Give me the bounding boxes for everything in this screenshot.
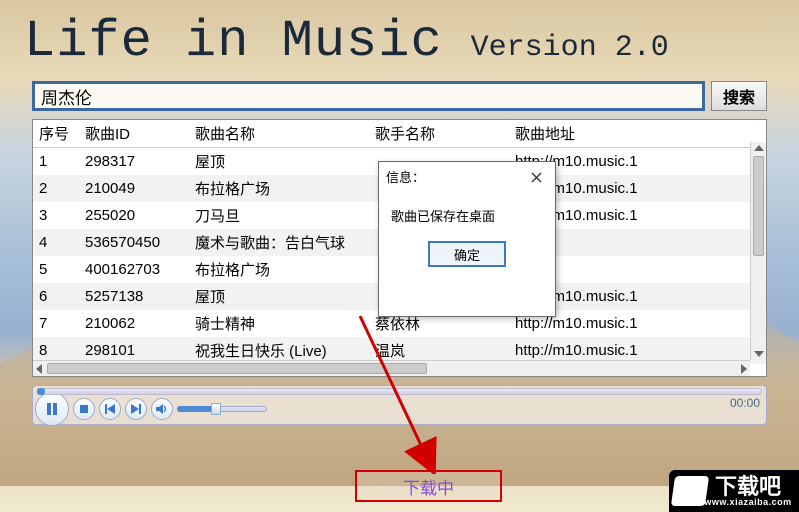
horizontal-scroll-thumb[interactable] [47, 363, 427, 374]
watermark: 下载吧 www.xiazaiba.com [669, 470, 799, 512]
watermark-url: www.xiazaiba.com [704, 498, 791, 507]
player-session-time: 00:00 [730, 396, 760, 410]
volume-thumb[interactable] [211, 403, 221, 415]
search-input[interactable] [32, 81, 705, 111]
cell-n: 4 [33, 229, 79, 256]
cell-id: 5257138 [79, 283, 189, 310]
dialog-ok-button[interactable]: 确定 [428, 241, 506, 267]
cell-name: 屋顶 [189, 283, 369, 310]
stop-icon [80, 405, 88, 413]
next-button[interactable] [125, 398, 147, 420]
dialog-title: 信息： [386, 167, 425, 187]
cell-id: 536570450 [79, 229, 189, 256]
cell-name: 布拉格广场 [189, 175, 369, 202]
col-url[interactable]: 歌曲地址 [509, 120, 766, 148]
prev-icon [105, 404, 115, 414]
download-label: 下载中 [403, 474, 454, 499]
search-button[interactable]: 搜索 [711, 81, 767, 111]
watermark-text: 下载吧 [715, 476, 781, 498]
media-player: 00:00 [32, 385, 767, 425]
col-song-id[interactable]: 歌曲ID [79, 120, 189, 148]
playback-progress[interactable] [37, 388, 762, 395]
volume-slider[interactable] [177, 406, 267, 412]
volume-icon [156, 403, 168, 415]
mute-button[interactable] [151, 398, 173, 420]
col-index[interactable]: 序号 [33, 120, 79, 148]
cell-name: 布拉格广场 [189, 256, 369, 283]
info-dialog: 信息： 歌曲已保存在桌面 确定 [378, 161, 556, 317]
cell-n: 7 [33, 310, 79, 337]
play-pause-button[interactable] [35, 392, 69, 426]
cell-name: 魔术与歌曲：告白气球 [189, 229, 369, 256]
cell-id: 400162703 [79, 256, 189, 283]
next-icon [131, 404, 141, 414]
table-header-row: 序号 歌曲ID 歌曲名称 歌手名称 歌曲地址 [33, 120, 766, 148]
cell-name: 骑士精神 [189, 310, 369, 337]
pause-icon [45, 402, 59, 416]
cell-n: 5 [33, 256, 79, 283]
cell-id: 255020 [79, 202, 189, 229]
prev-button[interactable] [99, 398, 121, 420]
col-artist[interactable]: 歌手名称 [369, 120, 509, 148]
cell-n: 6 [33, 283, 79, 310]
cell-n: 3 [33, 202, 79, 229]
cell-name: 屋顶 [189, 148, 369, 176]
dialog-message: 歌曲已保存在桌面 [379, 192, 555, 235]
vertical-scrollbar[interactable] [750, 142, 766, 360]
cell-id: 210062 [79, 310, 189, 337]
app-title: Life in Music [24, 12, 443, 71]
cell-n: 2 [33, 175, 79, 202]
app-version: Version 2.0 [471, 31, 669, 65]
cell-name: 刀马旦 [189, 202, 369, 229]
cell-n: 1 [33, 148, 79, 176]
stop-button[interactable] [73, 398, 95, 420]
search-row: 搜索 [4, 75, 795, 119]
download-status[interactable]: 下载中 [355, 470, 502, 502]
cell-id: 210049 [79, 175, 189, 202]
vertical-scroll-thumb[interactable] [753, 156, 764, 256]
horizontal-scrollbar[interactable] [33, 360, 750, 376]
header: Life in Music Version 2.0 [4, 4, 795, 75]
col-song-name[interactable]: 歌曲名称 [189, 120, 369, 148]
dialog-close-button[interactable] [524, 167, 548, 187]
close-icon [531, 172, 542, 183]
cell-id: 298317 [79, 148, 189, 176]
